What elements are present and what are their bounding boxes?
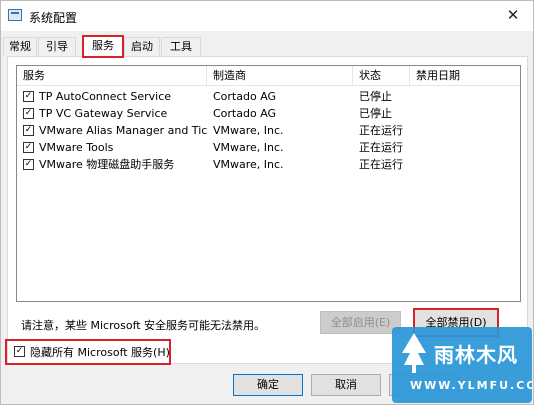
hide-ms-services-checkbox[interactable]: ✓ 隐藏所有 Microsoft 服务(H): [5, 339, 171, 365]
table-row[interactable]: ✓ TP VC Gateway Service Cortado AG 已停止: [17, 105, 520, 122]
hide-ms-check-icon: ✓: [14, 346, 25, 357]
service-name: TP AutoConnect Service: [39, 90, 172, 103]
service-manufacturer: VMware, Inc.: [213, 141, 284, 154]
service-checkbox[interactable]: ✓: [23, 125, 34, 136]
service-checkbox[interactable]: ✓: [23, 142, 34, 153]
table-row[interactable]: ✓ TP AutoConnect Service Cortado AG 已停止: [17, 88, 520, 105]
service-status: 已停止: [359, 90, 392, 103]
system-config-window: 系统配置 ✕ 常规 引导 服务 启动 工具 服务 制造商 状态 禁用日期 ✓ TP…: [0, 0, 534, 405]
table-row[interactable]: ✓ VMware 物理磁盘助手服务 VMware, Inc. 正在运行: [17, 156, 520, 173]
enable-all-button[interactable]: 全部启用(E): [320, 311, 401, 334]
service-name: VMware Tools: [39, 141, 114, 154]
tab-general[interactable]: 常规: [3, 37, 37, 56]
col-disabled-date[interactable]: 禁用日期: [410, 66, 520, 86]
service-status: 正在运行: [359, 124, 403, 137]
service-status: 已停止: [359, 107, 392, 120]
service-name: TP VC Gateway Service: [39, 107, 168, 120]
ok-button[interactable]: 确定: [233, 374, 303, 396]
title-bar: 系统配置 ✕: [1, 1, 533, 31]
service-status: 正在运行: [359, 141, 403, 154]
service-manufacturer: Cortado AG: [213, 90, 277, 103]
tab-strip: 常规 引导 服务 启动 工具: [3, 35, 533, 58]
tree-icon: [402, 333, 426, 373]
tab-startup[interactable]: 启动: [124, 37, 160, 56]
watermark-logo: 雨林木风 WWW.YLMFU.COM: [392, 327, 532, 403]
tab-tools[interactable]: 工具: [161, 37, 201, 56]
service-name: VMware Alias Manager and Tick...: [39, 124, 207, 137]
col-service[interactable]: 服务: [17, 66, 207, 86]
app-icon: [8, 9, 22, 21]
col-manufacturer[interactable]: 制造商: [207, 66, 353, 86]
note-text: 请注意，某些 Microsoft 安全服务可能无法禁用。: [21, 319, 266, 332]
service-name: VMware 物理磁盘助手服务: [39, 158, 175, 171]
hide-ms-label: 隐藏所有 Microsoft 服务(H): [30, 346, 170, 359]
table-row[interactable]: ✓ VMware Alias Manager and Tick... VMware,…: [17, 122, 520, 139]
tab-boot[interactable]: 引导: [38, 37, 76, 56]
service-checkbox[interactable]: ✓: [23, 91, 34, 102]
service-checkbox[interactable]: ✓: [23, 159, 34, 170]
services-list[interactable]: 服务 制造商 状态 禁用日期 ✓ TP AutoConnect Service Co…: [16, 65, 521, 302]
window-title: 系统配置: [29, 11, 78, 25]
cancel-button[interactable]: 取消: [311, 374, 381, 396]
service-manufacturer: VMware, Inc.: [213, 124, 284, 137]
table-row[interactable]: ✓ VMware Tools VMware, Inc. 正在运行: [17, 139, 520, 156]
list-header: 服务 制造商 状态 禁用日期: [17, 66, 520, 86]
col-status[interactable]: 状态: [353, 66, 410, 86]
close-icon[interactable]: ✕: [493, 1, 533, 29]
tab-services[interactable]: 服务: [82, 35, 124, 58]
services-panel: 服务 制造商 状态 禁用日期 ✓ TP AutoConnect Service Co…: [7, 56, 528, 364]
service-checkbox[interactable]: ✓: [23, 108, 34, 119]
watermark-url: WWW.YLMFU.COM: [410, 379, 532, 392]
service-status: 正在运行: [359, 158, 403, 171]
watermark-name: 雨林木风: [434, 343, 518, 367]
service-manufacturer: VMware, Inc.: [213, 158, 284, 171]
service-manufacturer: Cortado AG: [213, 107, 277, 120]
